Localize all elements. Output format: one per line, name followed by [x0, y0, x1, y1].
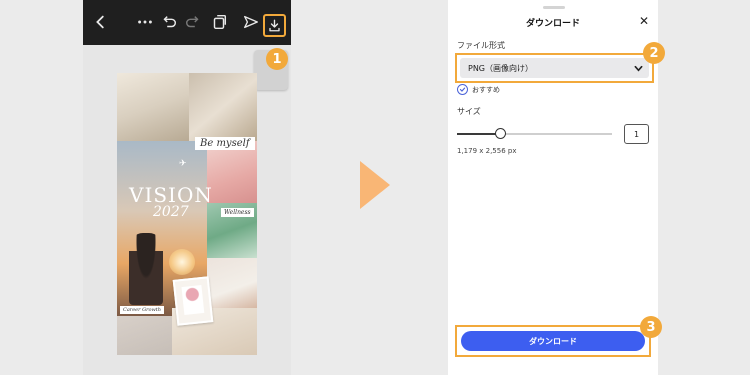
flow-arrow: [360, 161, 390, 209]
flower-polaroid: [172, 276, 214, 326]
career-label: Career Growth: [120, 306, 164, 314]
size-slider-knob[interactable]: [494, 128, 506, 139]
editor-screen: ✈ VISION 2027 Be myself Wellness Career …: [83, 0, 291, 375]
pages-icon[interactable]: [209, 12, 229, 32]
more-horizontal-icon[interactable]: [135, 12, 155, 32]
size-input[interactable]: 1: [624, 124, 649, 144]
step-badge-2: 2: [643, 42, 665, 64]
undo-icon[interactable]: [159, 12, 179, 32]
download-icon: [269, 19, 280, 32]
file-format-select[interactable]: PNG（画像向け）: [460, 58, 649, 78]
download-button-highlight: ダウンロード: [455, 325, 651, 357]
download-button[interactable]: [263, 14, 286, 37]
keyboard-photo: [117, 316, 172, 355]
file-format-value: PNG（画像向け）: [468, 63, 534, 73]
chevron-left-icon[interactable]: [91, 12, 111, 32]
download-submit-button[interactable]: ダウンロード: [461, 331, 645, 351]
drag-handle[interactable]: [543, 6, 565, 9]
editor-toolbar: [83, 0, 291, 45]
tea-cup-photo: [207, 258, 257, 308]
airplane-icon: ✈: [179, 159, 187, 169]
toast-photo: [189, 73, 257, 141]
size-slider-fill: [457, 133, 500, 135]
year-text: 2027: [153, 204, 189, 220]
be-myself-label: Be myself: [195, 137, 255, 150]
send-icon[interactable]: [241, 12, 261, 32]
step-badge-1: 1: [266, 48, 288, 70]
pixel-dimensions: 1,179 x 2,556 px: [457, 147, 517, 155]
recommended-label: おすすめ: [472, 85, 500, 94]
sheet-title: ダウンロード: [525, 19, 580, 29]
file-format-label: ファイル形式: [457, 41, 505, 50]
recommended-indicator: おすすめ: [457, 84, 500, 95]
vision-board-design[interactable]: ✈ VISION 2027 Be myself Wellness Career …: [117, 73, 257, 355]
bedroom-photo: [117, 73, 189, 141]
download-sheet: ダウンロード ✕ ファイル形式 PNG（画像向け） おすすめ サイズ 1 1,1…: [448, 0, 658, 375]
redo-icon[interactable]: [183, 12, 203, 32]
step-badge-3: 3: [640, 316, 662, 338]
file-format-highlight: PNG（画像向け）: [455, 53, 654, 83]
photographer-silhouette: [129, 233, 163, 305]
size-slider[interactable]: [457, 128, 612, 139]
close-icon[interactable]: ✕: [637, 14, 651, 28]
size-label: サイズ: [457, 107, 481, 116]
sun-glow: [169, 249, 195, 275]
check-icon: [457, 84, 468, 95]
chevron-down-icon: [634, 65, 643, 72]
wellness-label: Wellness: [221, 208, 254, 217]
pink-balls-photo: [207, 141, 257, 203]
